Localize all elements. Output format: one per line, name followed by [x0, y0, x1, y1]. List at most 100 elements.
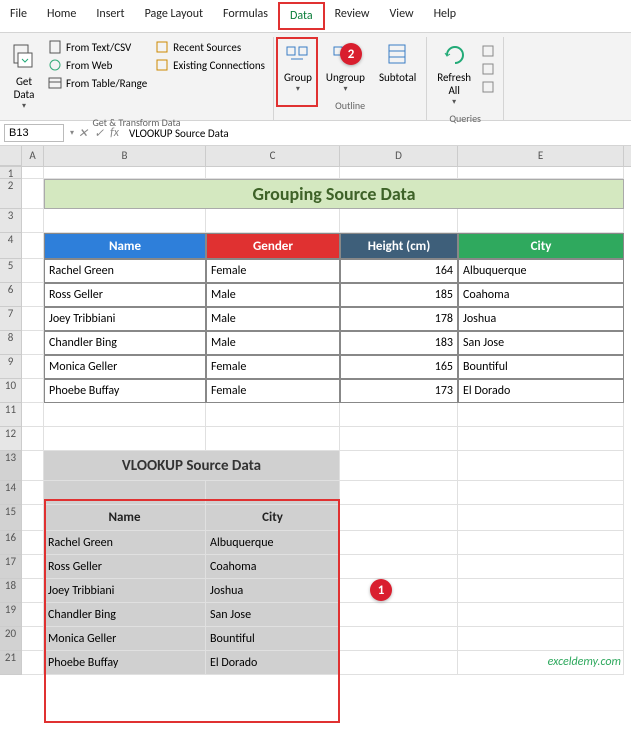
- from-table-button[interactable]: From Table/Range: [46, 75, 149, 91]
- tab-view[interactable]: View: [380, 2, 424, 30]
- tab-home[interactable]: Home: [37, 2, 86, 30]
- row-10[interactable]: 10: [0, 379, 22, 403]
- tab-help[interactable]: Help: [424, 2, 467, 30]
- cell-name[interactable]: Rachel Green: [44, 259, 206, 283]
- tab-review[interactable]: Review: [325, 2, 380, 30]
- cell-city[interactable]: El Dorado: [458, 379, 624, 403]
- queries-btn-3[interactable]: [479, 79, 497, 95]
- tab-insert[interactable]: Insert: [86, 2, 134, 30]
- cell-gender[interactable]: Female: [206, 379, 340, 403]
- col-C[interactable]: C: [206, 146, 340, 166]
- formula-bar[interactable]: VLOOKUP Source Data: [123, 125, 631, 142]
- from-web-button[interactable]: From Web: [46, 57, 149, 73]
- cell-height[interactable]: 185: [340, 283, 458, 307]
- cell-height[interactable]: 165: [340, 355, 458, 379]
- cell-gender[interactable]: Male: [206, 331, 340, 355]
- row-19[interactable]: 19: [0, 603, 22, 627]
- table-icon: [48, 76, 62, 90]
- col-B[interactable]: B: [44, 146, 206, 166]
- cell-city[interactable]: Bountiful: [458, 355, 624, 379]
- row-18[interactable]: 18: [0, 579, 22, 603]
- cell-gender[interactable]: Male: [206, 307, 340, 331]
- menu-bar: File Home Insert Page Layout Formulas Da…: [0, 0, 631, 33]
- header-city[interactable]: City: [458, 233, 624, 259]
- col-D[interactable]: D: [340, 146, 458, 166]
- header-name[interactable]: Name: [44, 233, 206, 259]
- row-21[interactable]: 21: [0, 651, 22, 675]
- tab-formulas[interactable]: Formulas: [213, 2, 278, 30]
- row-16[interactable]: 16: [0, 531, 22, 555]
- cell-name[interactable]: Joey Tribbiani: [44, 307, 206, 331]
- globe-icon: [48, 58, 62, 72]
- row-20[interactable]: 20: [0, 627, 22, 651]
- recent-sources-button[interactable]: Recent Sources: [153, 39, 267, 55]
- tab-data[interactable]: Data: [278, 2, 325, 30]
- cell-height[interactable]: 178: [340, 307, 458, 331]
- group-label-get-transform: Get & Transform Data: [92, 113, 180, 131]
- group-button[interactable]: Group ▾: [280, 39, 316, 96]
- title-banner[interactable]: Grouping Source Data: [44, 179, 624, 209]
- chevron-down-icon: ▾: [22, 101, 26, 111]
- existing-connections-button[interactable]: Existing Connections: [153, 57, 267, 73]
- col-E[interactable]: E: [458, 146, 624, 166]
- cell-name[interactable]: Ross Geller: [44, 283, 206, 307]
- cell-city[interactable]: Coahoma: [458, 283, 624, 307]
- cell-gender[interactable]: Male: [206, 283, 340, 307]
- cell-height[interactable]: 173: [340, 379, 458, 403]
- cell-gender[interactable]: Female: [206, 355, 340, 379]
- row-14[interactable]: 14: [0, 481, 22, 505]
- query-icon: [481, 80, 495, 94]
- row-headers: 1 2 3 4 5 6 7 8 9 10 11 12 13 14 15 16 1…: [0, 167, 22, 675]
- cell-name[interactable]: Chandler Bing: [44, 331, 206, 355]
- header-gender[interactable]: Gender: [206, 233, 340, 259]
- name-box[interactable]: [4, 124, 64, 142]
- cell-height[interactable]: 164: [340, 259, 458, 283]
- row-1[interactable]: 1: [0, 167, 22, 179]
- row-8[interactable]: 8: [0, 331, 22, 355]
- row-13[interactable]: 13: [0, 451, 22, 481]
- header-height[interactable]: Height (cm): [340, 233, 458, 259]
- doc-icon: [48, 40, 62, 54]
- cell-city[interactable]: Albuquerque: [458, 259, 624, 283]
- subtotal-button[interactable]: Subtotal: [375, 39, 420, 96]
- row-17[interactable]: 17: [0, 555, 22, 579]
- vlookup-title[interactable]: VLOOKUP Source Data: [44, 451, 340, 481]
- row-6[interactable]: 6: [0, 283, 22, 307]
- cell-height[interactable]: 183: [340, 331, 458, 355]
- from-text-csv-button[interactable]: From Text/CSV: [46, 39, 149, 55]
- cell-city[interactable]: Joshua: [458, 307, 624, 331]
- row-4[interactable]: 4: [0, 233, 22, 259]
- select-all-cell[interactable]: [0, 146, 22, 166]
- row-15[interactable]: 15: [0, 505, 22, 531]
- table-row: Monica Geller Female 165 Bountiful: [22, 355, 624, 379]
- row-11[interactable]: 11: [0, 403, 22, 427]
- table-row: Phoebe Buffay Female 173 El Dorado: [22, 379, 624, 403]
- recent-icon: [155, 40, 169, 54]
- tab-file[interactable]: File: [0, 2, 37, 30]
- row-3[interactable]: 3: [0, 209, 22, 233]
- row-2[interactable]: 2: [0, 179, 22, 209]
- cell-gender[interactable]: Female: [206, 259, 340, 283]
- cell-name[interactable]: Monica Geller: [44, 355, 206, 379]
- cancel-icon[interactable]: ✕: [78, 126, 88, 141]
- col-A[interactable]: A: [22, 146, 44, 166]
- table-header-row: Name Gender Height (cm) City: [22, 233, 624, 259]
- table-row: Chandler Bing Male 183 San Jose: [22, 331, 624, 355]
- queries-btn-1[interactable]: [479, 43, 497, 59]
- group-get-transform: Get Data ▾ From Text/CSV From Web From T…: [0, 37, 274, 120]
- group-label-queries: Queries: [449, 109, 481, 127]
- row-5[interactable]: 5: [0, 259, 22, 283]
- cell-city[interactable]: San Jose: [458, 331, 624, 355]
- connections-icon: [155, 58, 169, 72]
- get-data-button[interactable]: Get Data ▾: [6, 39, 42, 113]
- row-9[interactable]: 9: [0, 355, 22, 379]
- row-12[interactable]: 12: [0, 427, 22, 451]
- queries-btn-2[interactable]: [479, 61, 497, 77]
- row-7[interactable]: 7: [0, 307, 22, 331]
- worksheet: A B C D E 1 2 3 4 5 6 7 8 9 10 11 12 13 …: [0, 146, 631, 675]
- tab-pagelayout[interactable]: Page Layout: [135, 2, 213, 30]
- refresh-all-button[interactable]: Refresh All ▾: [433, 39, 475, 109]
- selection-range: [44, 499, 340, 723]
- cell-name[interactable]: Phoebe Buffay: [44, 379, 206, 403]
- refresh-icon: [441, 41, 467, 69]
